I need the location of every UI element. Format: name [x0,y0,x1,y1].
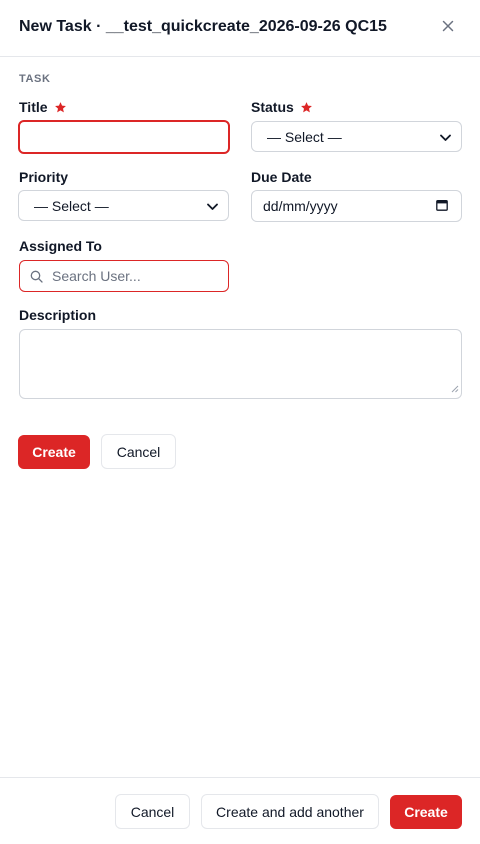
assigned-to-placeholder: Search User... [52,268,141,284]
description-label: Description [19,307,96,323]
dialog-footer: Cancel Create and add another Create [0,777,480,844]
footer-create-button[interactable]: Create [390,795,462,829]
dialog-title: New Task · __test_quickcreate_2026-09-26… [19,18,387,35]
section-label-task: TASK [19,73,51,85]
resize-grip-icon[interactable] [451,380,459,396]
title-input[interactable] [18,120,230,154]
priority-label: Priority [19,169,68,185]
chevron-down-icon [207,198,218,214]
description-textarea[interactable] [19,329,462,399]
status-label-text: Status [251,99,294,115]
calendar-icon[interactable] [436,198,448,214]
close-icon [442,19,454,37]
search-icon [30,270,43,283]
title-label-text: Title [19,99,48,115]
priority-select[interactable]: — Select — [18,190,229,221]
assigned-to-label-text: Assigned To [19,238,102,254]
footer-cancel-button[interactable]: Cancel [115,794,190,829]
due-date-label: Due Date [251,169,312,185]
close-button[interactable] [436,17,460,39]
cancel-button[interactable]: Cancel [101,434,176,469]
required-star-icon [300,101,313,114]
due-date-input[interactable]: dd/mm/yyyy [251,190,462,222]
assigned-to-label: Assigned To [19,238,102,254]
assigned-to-search-input[interactable]: Search User... [19,260,229,292]
priority-label-text: Priority [19,169,69,185]
status-select-value: — Select — [267,128,342,145]
due-date-placeholder: dd/mm/yyyy [263,198,338,214]
due-date-label-text: Due Date [251,169,312,185]
required-star-icon [54,101,67,114]
priority-select-value: — Select — [34,197,109,214]
create-button[interactable]: Create [18,435,90,469]
chevron-down-icon [440,129,451,145]
description-label-text: Description [19,307,97,323]
dialog-header: New Task · __test_quickcreate_2026-09-26… [0,0,480,57]
status-label: Status [251,99,313,115]
new-task-dialog: New Task · __test_quickcreate_2026-09-26… [0,0,480,844]
create-and-add-another-button[interactable]: Create and add another [201,794,379,829]
title-label: Title [19,99,67,115]
status-select[interactable]: — Select — [251,121,462,152]
